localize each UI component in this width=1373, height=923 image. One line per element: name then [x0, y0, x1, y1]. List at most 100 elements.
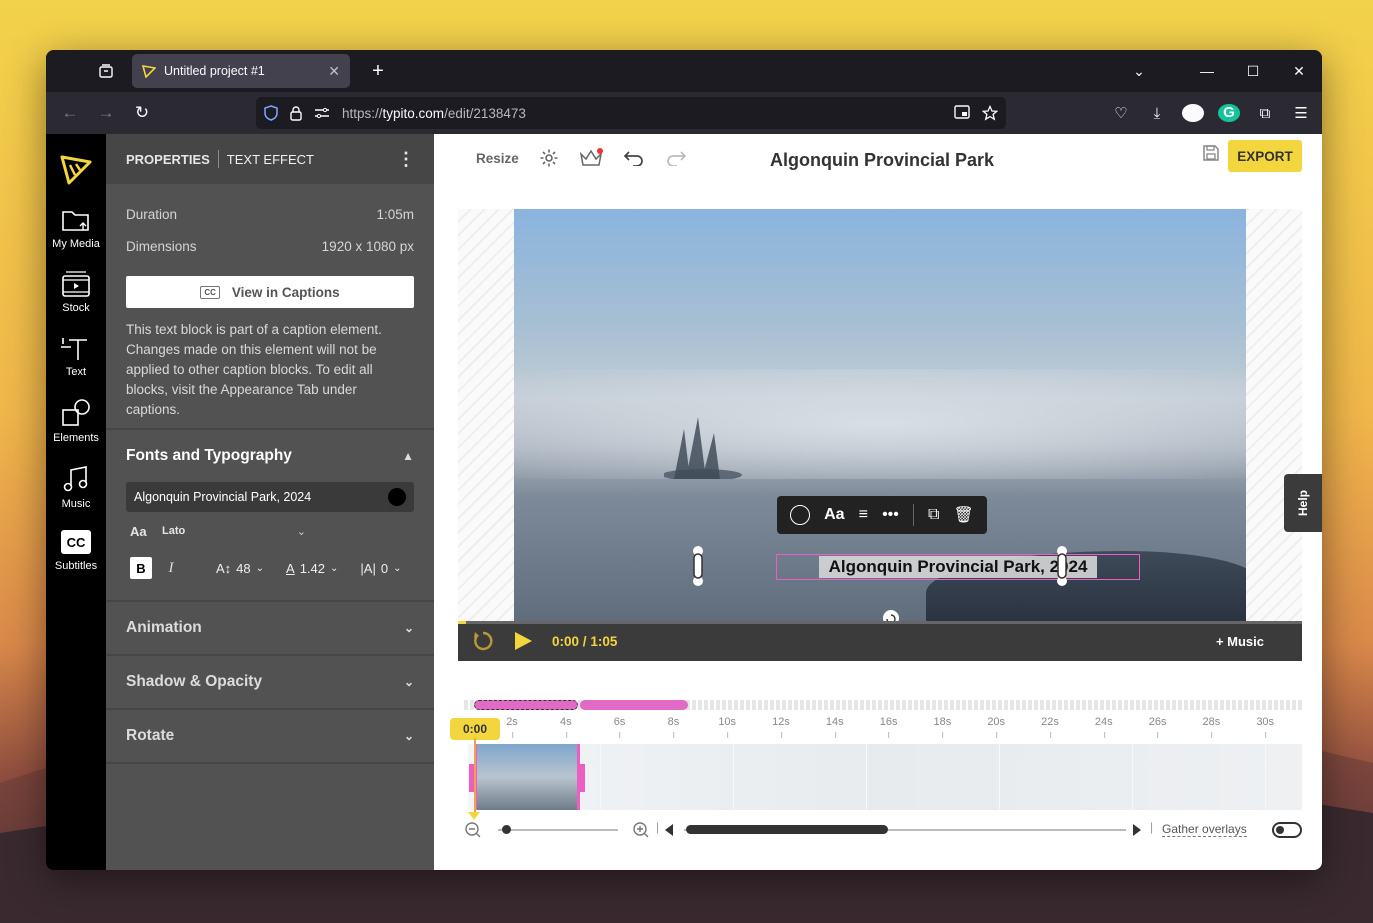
redo-icon[interactable]	[665, 150, 687, 166]
lock-icon[interactable]	[290, 105, 302, 121]
text-mini-toolbar: Aa ≡ ••• ⧉ 🗑	[777, 496, 987, 534]
resize-button[interactable]: Resize	[476, 151, 519, 166]
ruler-tick: 8s	[667, 716, 680, 738]
shield-icon[interactable]	[264, 105, 278, 121]
timeline-scroll-thumb[interactable]	[686, 825, 888, 834]
extensions-puzzle-icon[interactable]: ⧉	[1254, 105, 1276, 122]
nav-my-media[interactable]: My Media	[46, 208, 106, 250]
line-height-control[interactable]: A 1.42 ⌄	[286, 561, 338, 576]
view-in-captions-button[interactable]: CC View in Captions	[126, 276, 414, 308]
playhead[interactable]	[474, 738, 476, 816]
animation-section[interactable]: Animation ⌄	[106, 600, 434, 654]
track-frame	[1133, 744, 1266, 810]
close-window-icon[interactable]: ✕	[1276, 63, 1322, 80]
bookmark-star-icon[interactable]	[982, 105, 998, 121]
scroll-right-icon[interactable]	[1132, 824, 1142, 836]
export-button[interactable]: EXPORT	[1228, 140, 1302, 172]
save-icon[interactable]	[1202, 144, 1220, 162]
tab-list-chevron-icon[interactable]: ⌄	[1116, 63, 1162, 80]
grammarly-icon[interactable]: G	[1218, 104, 1240, 122]
project-title[interactable]: Algonquin Provincial Park	[770, 150, 994, 171]
nav-music[interactable]: Music	[46, 464, 106, 510]
back-icon[interactable]: ←	[52, 103, 88, 123]
url-bar[interactable]: https://typito.com/edit/2138473	[256, 97, 1006, 129]
picture-in-picture-icon[interactable]	[954, 105, 970, 119]
tab-text-effect[interactable]: TEXT EFFECT	[227, 152, 314, 167]
zoom-slider-knob[interactable]	[502, 825, 511, 834]
folder-icon	[62, 211, 89, 231]
new-tab-icon[interactable]: +	[366, 60, 390, 83]
tab-bar: Untitled project #1 ✕ + ⌄ — ☐ ✕	[46, 50, 1322, 92]
playback-progress-track[interactable]	[458, 621, 1302, 624]
overlay-clip[interactable]	[580, 700, 688, 710]
replay-icon[interactable]	[472, 630, 494, 652]
reload-icon[interactable]: ↻	[124, 103, 160, 123]
font-size-control[interactable]: A↕ 48 ⌄	[216, 561, 264, 576]
forward-icon[interactable]: →	[88, 103, 124, 123]
add-music-button[interactable]: + Music	[1216, 634, 1264, 649]
bold-button[interactable]: B	[130, 557, 152, 579]
tab-close-icon[interactable]: ✕	[328, 63, 340, 80]
italic-button[interactable]: I	[160, 560, 182, 577]
resize-handle-left[interactable]	[692, 546, 704, 586]
playhead-time[interactable]: 0:00	[450, 718, 500, 740]
duplicate-icon[interactable]: ⧉	[928, 506, 939, 524]
chevron-down-icon: ⌄	[403, 675, 414, 689]
island-trees	[664, 417, 742, 479]
letter-spacing-control[interactable]: |A| 0 ⌄	[360, 561, 401, 576]
play-icon[interactable]	[512, 630, 534, 652]
settings-gear-icon[interactable]	[539, 148, 559, 168]
caption-text-input[interactable]: Algonquin Provincial Park, 2024	[126, 482, 414, 512]
tab-properties[interactable]: PROPERTIES	[126, 152, 210, 167]
ruler-tick: 6s	[613, 716, 626, 738]
browser-tab[interactable]: Untitled project #1 ✕	[132, 54, 350, 88]
undo-icon[interactable]	[623, 150, 645, 166]
resize-handle-right[interactable]	[1056, 546, 1068, 586]
url-text[interactable]: https://typito.com/edit/2138473	[342, 106, 954, 121]
gather-overlays-toggle[interactable]	[1272, 822, 1302, 838]
pocket-icon[interactable]: ♡	[1110, 104, 1132, 122]
premium-crown-icon[interactable]	[579, 148, 603, 168]
zoom-slider-track[interactable]	[498, 829, 618, 831]
maximize-icon[interactable]: ☐	[1230, 63, 1276, 80]
font-family-row[interactable]: Aa Lato ⌄	[106, 512, 434, 550]
delete-trash-icon[interactable]: 🗑	[954, 505, 974, 525]
time-ruler[interactable]: 2s 4s 6s 8s 10s 12s 14s 16s 18s 20s 22s 24s 26s 28s 30…	[458, 716, 1302, 740]
color-picker-icon[interactable]	[790, 505, 811, 525]
more-icon[interactable]: •••	[882, 506, 899, 524]
scroll-left-icon[interactable]	[664, 824, 674, 836]
align-icon[interactable]: ≡	[859, 506, 868, 524]
video-preview[interactable]: Aa ≡ ••• ⧉ 🗑 Algonquin Provincial Park, …	[514, 209, 1246, 621]
font-size-icon: A↕	[216, 560, 232, 576]
font-family-select[interactable]: Lato	[162, 525, 282, 537]
menu-hamburger-icon[interactable]: ☰	[1290, 104, 1312, 122]
video-track[interactable]	[468, 744, 1302, 810]
profile-avatar[interactable]: T	[1182, 104, 1204, 122]
typito-logo-icon[interactable]	[59, 152, 93, 186]
overlay-clip-selected[interactable]	[474, 700, 578, 710]
nav-subtitles[interactable]: CC Subtitles	[46, 530, 106, 572]
text-color-swatch[interactable]	[388, 488, 406, 506]
caption-selection-box[interactable]: Algonquin Provincial Park, 2024	[776, 554, 1140, 580]
nav-text[interactable]: Text	[46, 334, 106, 378]
tab-tray-icon[interactable]	[94, 59, 118, 83]
nav-elements[interactable]: Elements	[46, 398, 106, 444]
more-options-icon[interactable]: ⋮	[397, 149, 415, 170]
minimize-icon[interactable]: —	[1184, 63, 1230, 79]
timeline-controls: | | Gather overlays	[458, 820, 1302, 840]
line-height-icon: A	[286, 560, 295, 576]
shadow-opacity-section[interactable]: Shadow & Opacity ⌄	[106, 654, 434, 708]
fonts-section-header[interactable]: Fonts and Typography ▲	[106, 430, 434, 482]
help-tab[interactable]: Help	[1284, 474, 1322, 532]
nav-stock[interactable]: Stock	[46, 270, 106, 314]
rotate-section[interactable]: Rotate ⌄	[106, 708, 434, 762]
download-icon[interactable]: ⤓	[1146, 105, 1168, 122]
font-style-icon[interactable]: Aa	[824, 506, 844, 524]
chevron-up-icon: ▲	[402, 449, 414, 463]
permissions-icon[interactable]	[314, 107, 330, 119]
letter-spacing-icon: |A|	[360, 560, 376, 576]
video-clip-selected[interactable]	[469, 744, 585, 810]
rotate-handle-icon[interactable]	[882, 609, 900, 621]
zoom-in-icon[interactable]	[632, 821, 650, 839]
zoom-out-icon[interactable]	[464, 821, 482, 839]
